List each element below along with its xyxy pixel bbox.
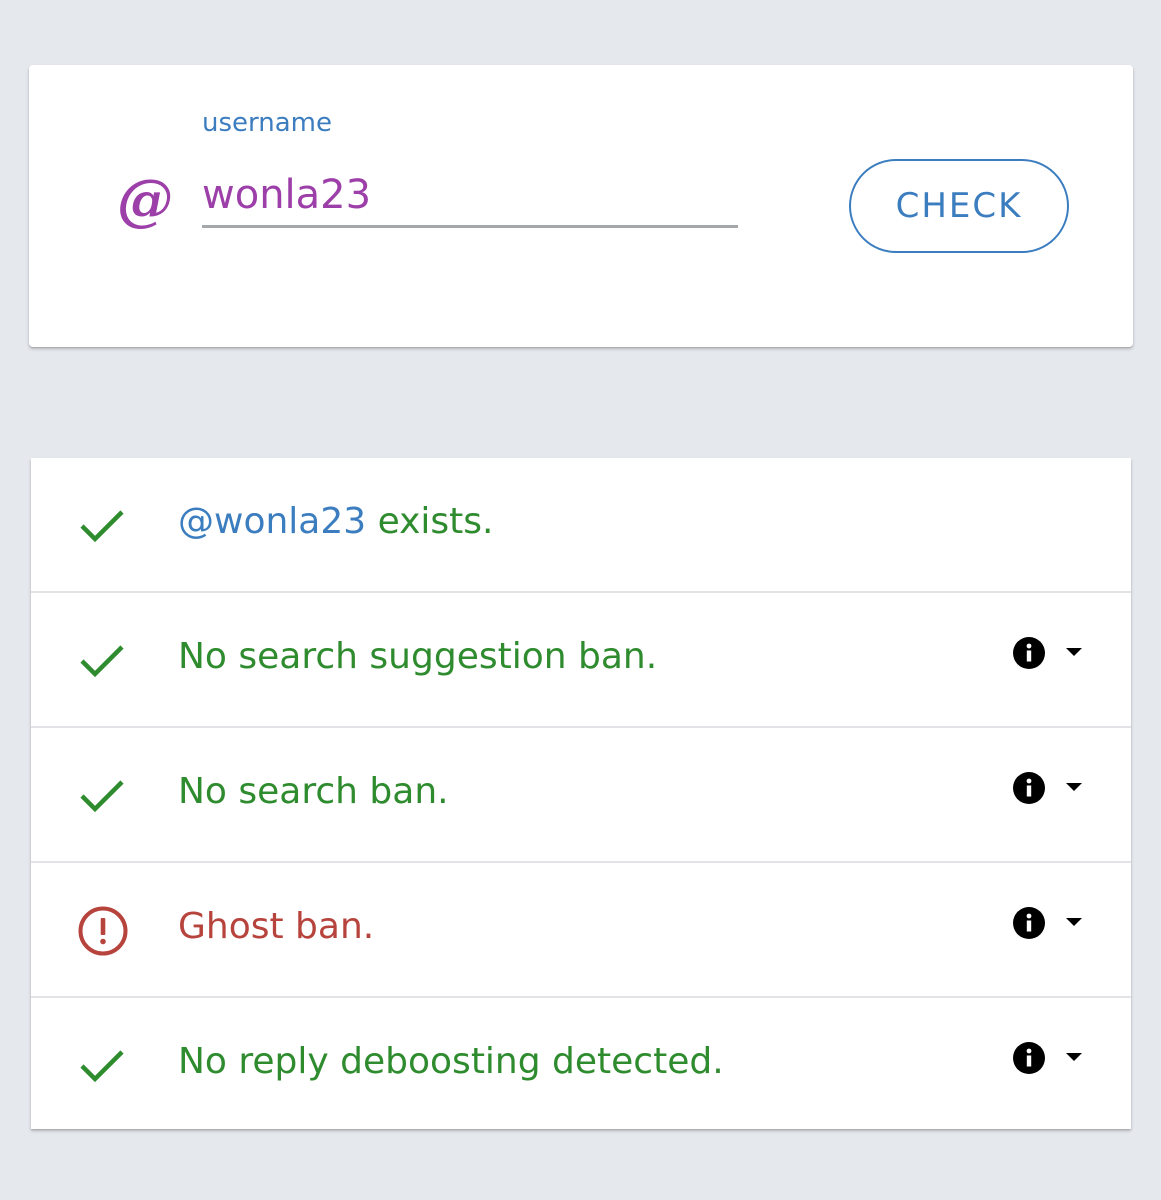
check-icon	[80, 780, 124, 813]
caret-down-icon	[1066, 783, 1082, 791]
info-icon	[1013, 637, 1045, 669]
info-toggle[interactable]	[1009, 633, 1089, 673]
check-button[interactable]: CHECK	[849, 159, 1069, 253]
result-message: No search suggestion ban.	[178, 636, 658, 677]
info-toggle[interactable]	[1009, 1038, 1089, 1078]
check-icon	[80, 645, 124, 678]
result-message: Ghost ban.	[178, 906, 375, 947]
check-icon	[80, 510, 124, 543]
username-input[interactable]	[202, 165, 738, 228]
info-icon	[1013, 1042, 1045, 1074]
results-list: @wonla23 exists. No search suggestion ba…	[31, 458, 1131, 1129]
check-icon	[80, 1050, 124, 1083]
caret-down-icon	[1066, 1053, 1082, 1061]
username-handle: @wonla23	[178, 501, 367, 542]
result-row-ghost-ban: Ghost ban.	[31, 863, 1131, 998]
username-label: username	[202, 108, 332, 138]
info-toggle[interactable]	[1009, 768, 1089, 808]
caret-down-icon	[1066, 918, 1082, 926]
result-row-search-ban: No search ban.	[31, 728, 1131, 863]
search-card: @ username CHECK	[29, 65, 1133, 347]
result-message: exists.	[366, 501, 494, 542]
caret-down-icon	[1066, 648, 1082, 656]
info-icon	[1013, 907, 1045, 939]
result-message: No search ban.	[178, 771, 449, 812]
result-text: @wonla23 exists.	[178, 496, 494, 548]
at-sign-icon: @	[117, 167, 173, 233]
result-row-exists: @wonla23 exists.	[31, 458, 1131, 593]
result-row-reply-deboosting: No reply deboosting detected.	[31, 998, 1131, 1131]
info-icon	[1013, 772, 1045, 804]
result-message: No reply deboosting detected.	[178, 1041, 724, 1082]
info-toggle[interactable]	[1009, 903, 1089, 943]
result-row-search-suggestion-ban: No search suggestion ban.	[31, 593, 1131, 728]
error-icon	[78, 906, 128, 956]
